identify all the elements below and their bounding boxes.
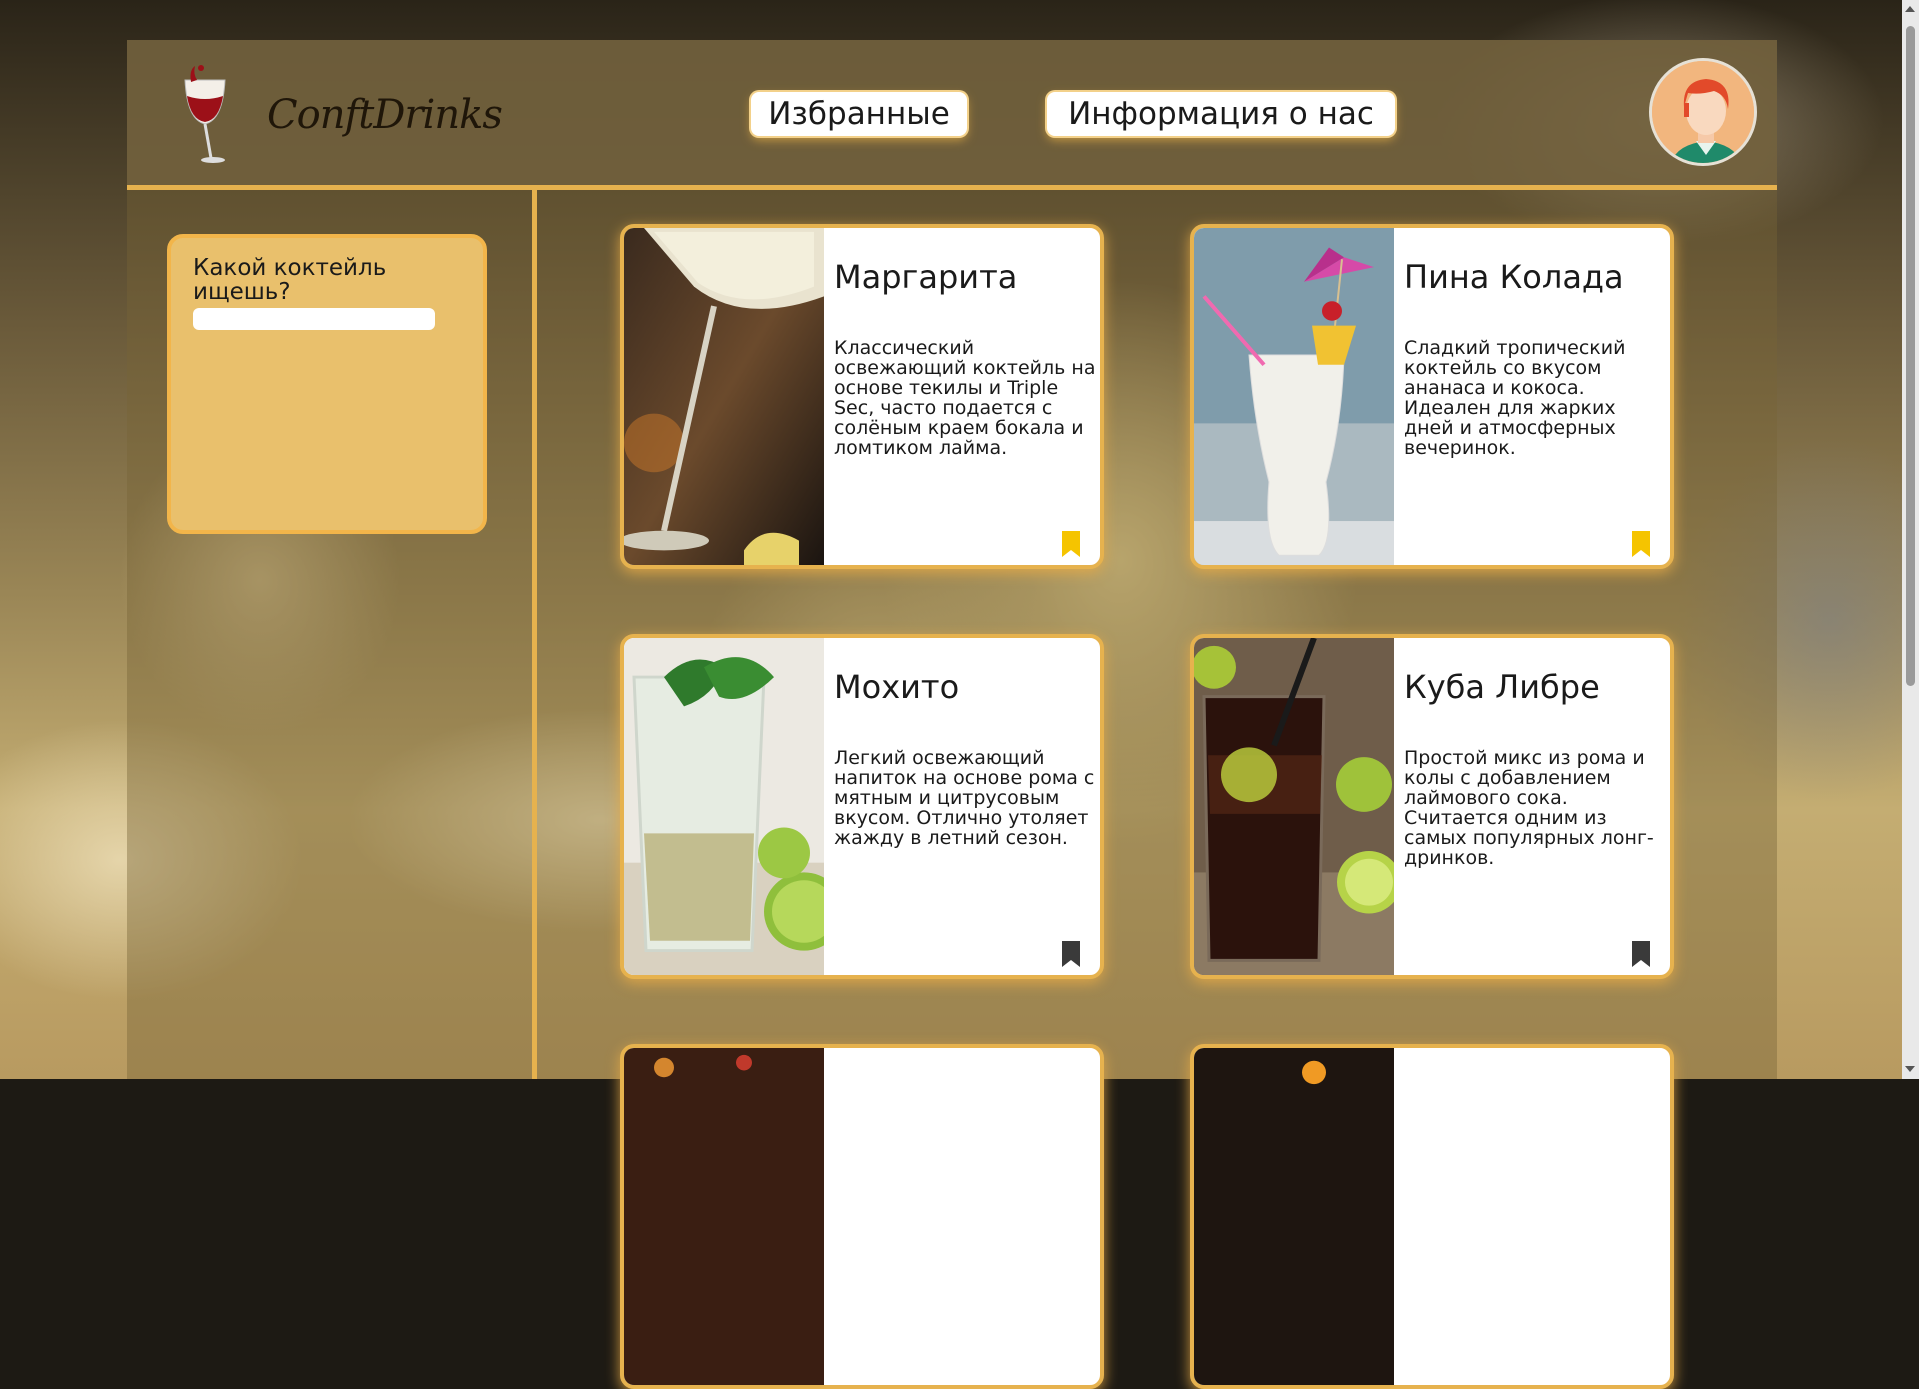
bookmark-icon[interactable] — [1632, 531, 1650, 557]
sidebar-divider — [532, 190, 537, 1079]
search-label: Какой коктейль ищешь? — [193, 255, 387, 305]
user-avatar-icon — [1652, 61, 1754, 163]
card-description: Классический освежающий коктейль на осно… — [834, 337, 1096, 459]
card-description: Сладкий тропический коктейль со вкусом а… — [1404, 337, 1626, 459]
mojito-image — [624, 638, 824, 975]
scrollbar[interactable] — [1902, 0, 1919, 1079]
bookmark-icon[interactable] — [1062, 531, 1080, 557]
cocktail-card-mojito[interactable]: Мохито Легкий освежающий напиток на осно… — [620, 634, 1104, 979]
cocktail-card-partial[interactable] — [620, 1044, 1104, 1389]
card-title: Куба Либре — [1404, 668, 1600, 706]
card-description: Легкий освежающий напиток на основе рома… — [834, 747, 1095, 849]
cocktail-image — [1194, 1048, 1394, 1385]
cocktail-card-partial[interactable] — [1190, 1044, 1674, 1389]
bookmark-icon[interactable] — [1062, 941, 1080, 967]
bookmark-icon[interactable] — [1632, 941, 1650, 967]
cocktail-card-margarita[interactable]: Маргарита Классический освежающий коктей… — [620, 224, 1104, 569]
cuba-libre-image — [1194, 638, 1394, 975]
cocktail-card-cuba-libre[interactable]: Куба Либре Простой микс из рома и колы с… — [1190, 634, 1674, 979]
user-avatar[interactable] — [1649, 58, 1757, 166]
brand-logo-text[interactable]: ConftDrinks — [267, 92, 503, 138]
search-input[interactable] — [193, 308, 435, 330]
scroll-up-arrow-icon[interactable] — [1905, 6, 1915, 12]
pina-colada-image — [1194, 228, 1394, 565]
favorites-button[interactable]: Избранные — [751, 92, 967, 136]
cocktail-image — [624, 1048, 824, 1385]
scroll-down-arrow-icon[interactable] — [1905, 1066, 1915, 1072]
search-panel: Какой коктейль ищешь? — [167, 234, 487, 534]
site-header: ConftDrinks Избранные Информация о нас — [127, 40, 1777, 190]
card-title: Мохито — [834, 668, 960, 706]
wine-glass-logo-icon[interactable] — [173, 62, 237, 170]
about-us-button[interactable]: Информация о нас — [1047, 92, 1395, 136]
scrollbar-thumb[interactable] — [1906, 26, 1915, 686]
card-description: Простой микс из рома и колы с добавление… — [1404, 747, 1654, 869]
card-title: Пина Колада — [1404, 258, 1624, 296]
cocktail-card-pina-colada[interactable]: Пина Колада Сладкий тропический коктейль… — [1190, 224, 1674, 569]
margarita-image — [624, 228, 824, 565]
card-title: Маргарита — [834, 258, 1018, 296]
